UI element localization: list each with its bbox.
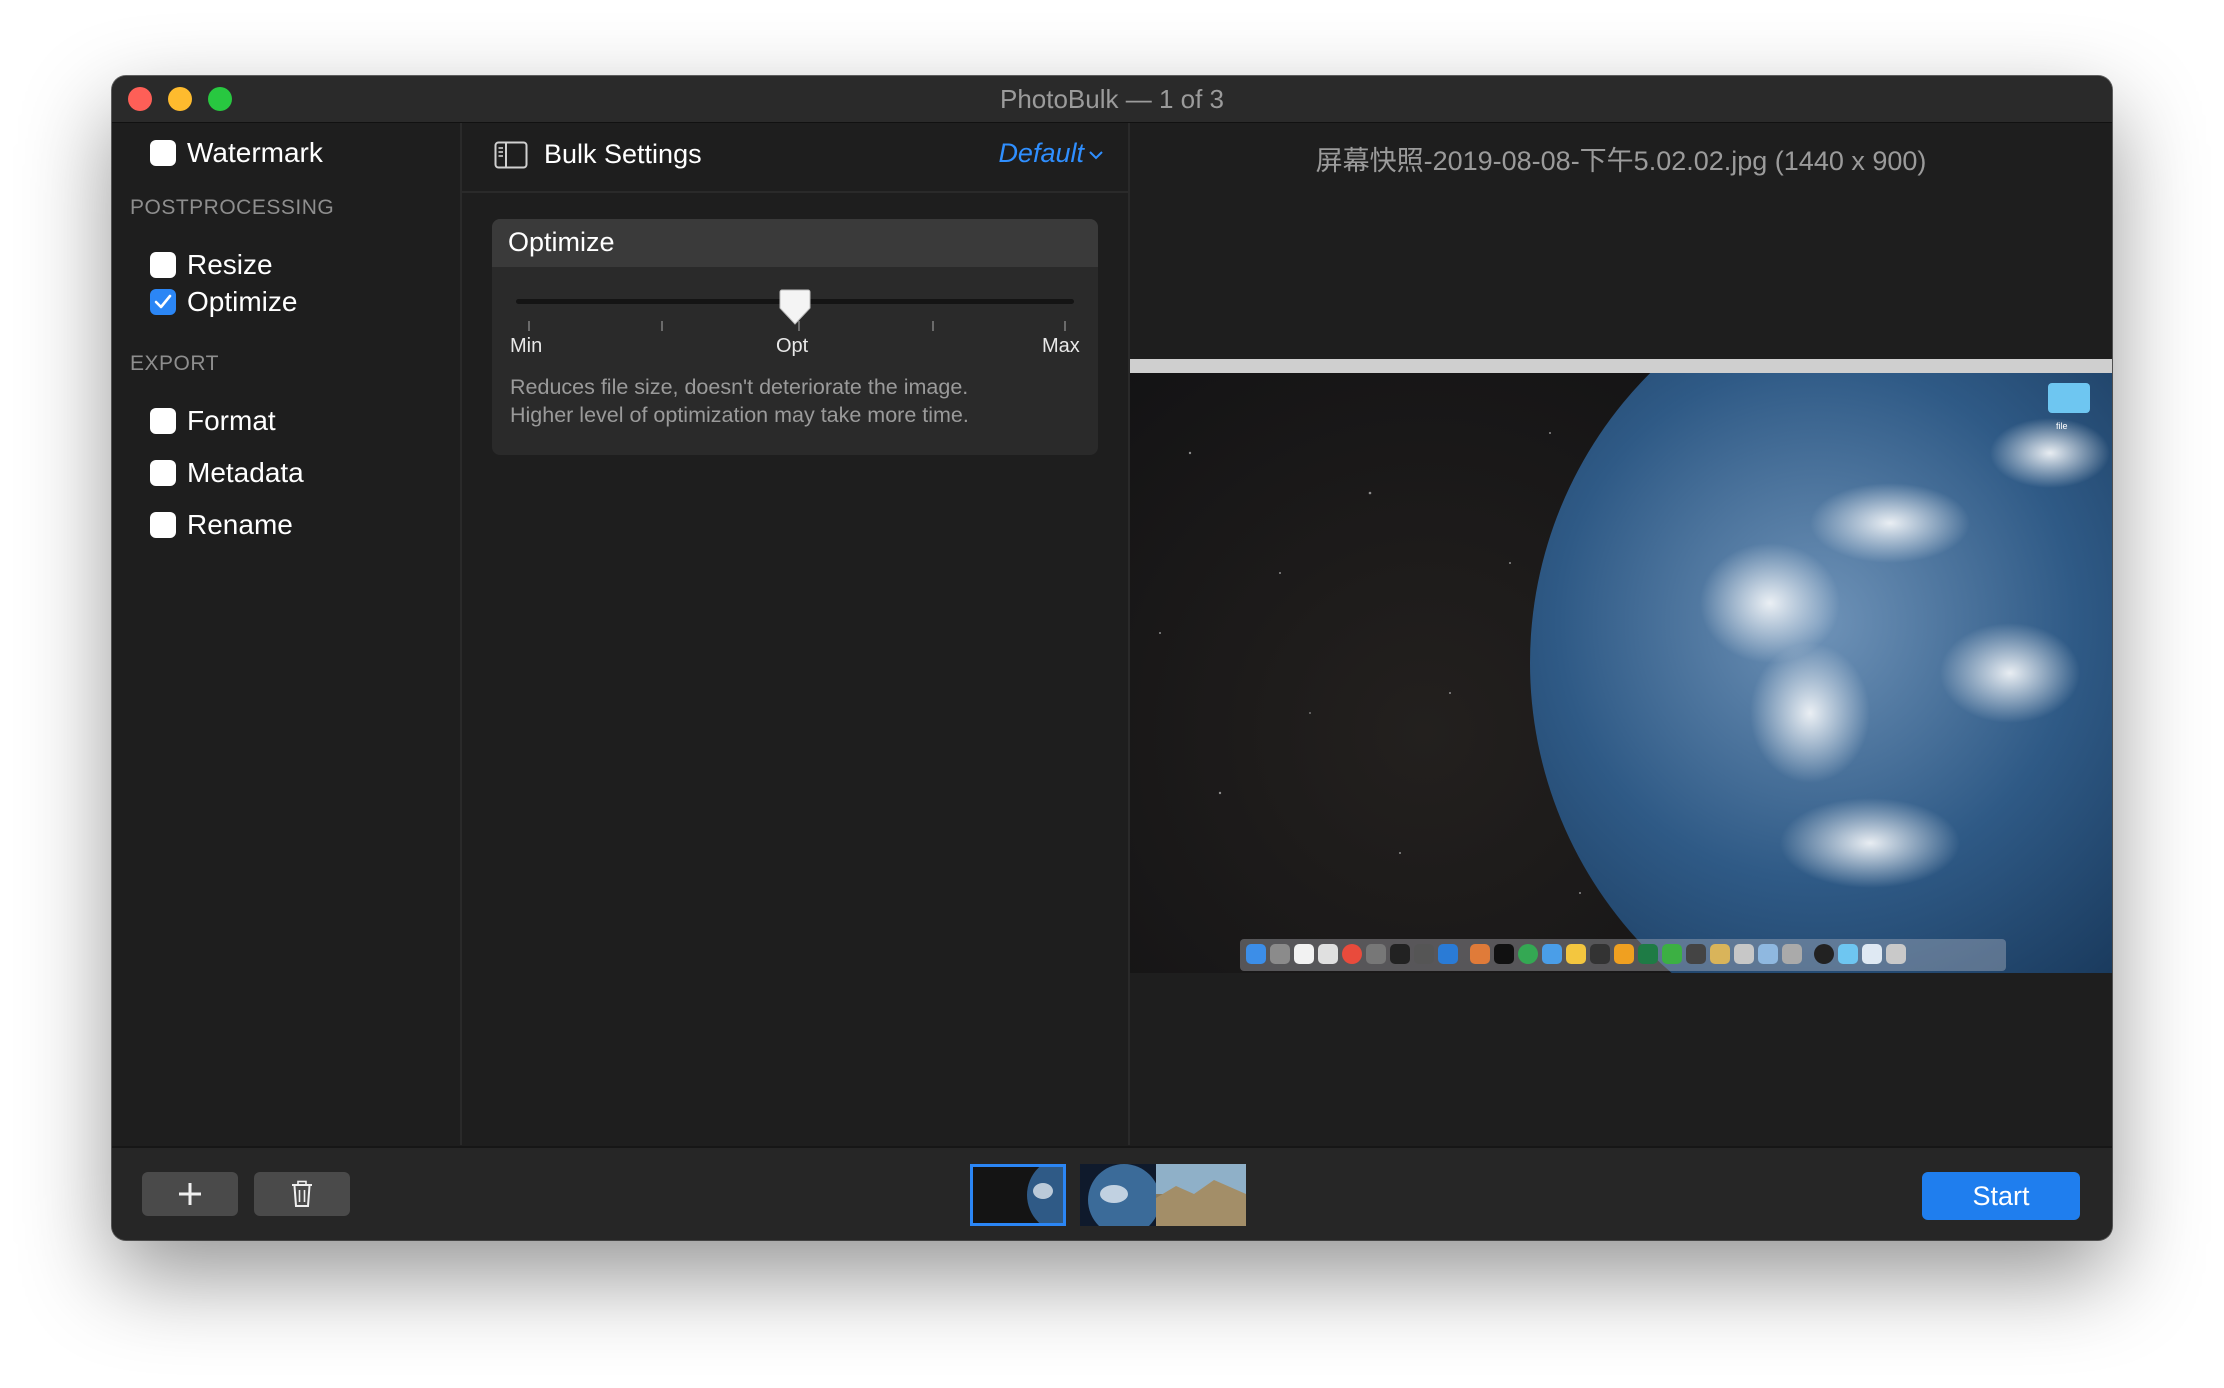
thumbnail-image: [1027, 1167, 1063, 1223]
optimize-slider-thumb[interactable]: [778, 287, 812, 327]
folder-icon: [2048, 383, 2090, 413]
preview-image-space: [1130, 359, 2112, 973]
slider-tick: [1064, 321, 1066, 331]
launchpad-icon: [1270, 944, 1290, 964]
settings-header: Bulk Settings Default: [462, 123, 1128, 193]
app-icon: [1470, 944, 1490, 964]
resize-checkbox[interactable]: [150, 252, 176, 278]
thumbnail-3[interactable]: [1156, 1164, 1246, 1226]
metadata-label: Metadata: [187, 457, 304, 488]
preset-dropdown[interactable]: Default: [998, 138, 1104, 169]
optimize-label: Optimize: [187, 286, 298, 317]
format-option[interactable]: Format: [150, 401, 276, 441]
format-checkbox[interactable]: [150, 408, 176, 434]
preview-filename: 屏幕快照-2019-08-08-下午5.02.02.jpg (1440 x 90…: [1315, 146, 1927, 176]
excel-icon: [1638, 944, 1658, 964]
desktop-folder-label: file: [2056, 421, 2068, 431]
preview-image-dock: [1240, 939, 2006, 971]
optimize-card-title: Optimize: [508, 227, 615, 257]
app-icon: [1542, 944, 1562, 964]
optimize-description-line-2: Higher level of optimization may take mo…: [510, 403, 969, 427]
resize-label: Resize: [187, 249, 273, 280]
thumbnail-image: [1088, 1164, 1156, 1226]
settings-icon: [1366, 944, 1386, 964]
watermark-label: Watermark: [187, 137, 323, 168]
section-export: EXPORT: [130, 352, 219, 375]
app-icon: [1710, 944, 1730, 964]
wechat-icon: [1662, 944, 1682, 964]
optimize-description-line-1: Reduces file size, doesn't deteriorate t…: [510, 375, 969, 399]
optimize-card-header: Optimize: [492, 219, 1098, 267]
optimize-option[interactable]: Optimize: [150, 282, 297, 322]
downloads-icon: [1862, 944, 1882, 964]
slider-tick: [661, 321, 663, 331]
qq-icon: [1494, 944, 1514, 964]
slider-tick: [528, 321, 530, 331]
app-icon: [1782, 944, 1802, 964]
bottom-toolbar: Start: [112, 1146, 2112, 1240]
metadata-checkbox[interactable]: [150, 460, 176, 486]
resize-option[interactable]: Resize: [150, 245, 273, 285]
finder-icon: [1246, 944, 1266, 964]
section-postprocessing: POSTPROCESSING: [130, 196, 335, 219]
preview-panel: 屏幕快照-2019-08-08-下午5.02.02.jpg (1440 x 90…: [1130, 123, 2112, 1145]
metadata-option[interactable]: Metadata: [150, 453, 304, 493]
watermark-checkbox[interactable]: [150, 140, 176, 166]
app-icon: [1590, 944, 1610, 964]
chevron-down-icon: [1089, 151, 1103, 160]
preset-value: Default: [998, 138, 1084, 168]
app-icon: [1414, 944, 1434, 964]
thumbnail-1[interactable]: [970, 1164, 1066, 1226]
rename-option[interactable]: Rename: [150, 505, 293, 545]
window-title: PhotoBulk — 1 of 3: [999, 84, 1225, 114]
preview-image-menubar: [1130, 359, 2112, 373]
optimize-description: Reduces file size, doesn't deteriorate t…: [510, 373, 1090, 429]
add-button[interactable]: [142, 1172, 238, 1216]
checkmark-icon: [154, 294, 172, 309]
plus-icon: [179, 1183, 201, 1205]
thumbnail-2[interactable]: [1080, 1164, 1156, 1226]
settings-panel: Bulk Settings Default Optimize Min Opt M…: [462, 123, 1130, 1145]
app-icon: [1758, 944, 1778, 964]
chrome-icon: [1518, 944, 1538, 964]
rename-label: Rename: [187, 509, 293, 540]
sidebar: Watermark POSTPROCESSING Resize Optimize…: [112, 123, 462, 1145]
trash-icon: [1886, 944, 1906, 964]
notes-icon: [1294, 944, 1314, 964]
slider-tick: [932, 321, 934, 331]
rename-checkbox[interactable]: [150, 512, 176, 538]
folder-icon: [1838, 944, 1858, 964]
chrome-icon: [1342, 944, 1362, 964]
textedit-icon: [1318, 944, 1338, 964]
preview-image: file: [1130, 359, 2112, 973]
slider-max-label: Max: [1042, 335, 1080, 357]
app-icon: [1814, 944, 1834, 964]
thumbnail-image: [1156, 1164, 1246, 1226]
app-icon: [1734, 944, 1754, 964]
start-button[interactable]: Start: [1922, 1172, 2080, 1220]
format-label: Format: [187, 405, 276, 436]
optimize-checkbox[interactable]: [150, 289, 176, 315]
title-bar: PhotoBulk — 1 of 3: [112, 76, 2112, 123]
watermark-option[interactable]: Watermark: [150, 133, 323, 173]
app-icon: [1686, 944, 1706, 964]
slider-opt-label: Opt: [776, 335, 809, 357]
optimize-card: Optimize Min Opt Max Reduces file size, …: [492, 219, 1098, 455]
app-icon: [1566, 944, 1586, 964]
slider-min-label: Min: [510, 335, 543, 357]
earth-image: [1159, 359, 2112, 973]
bulk-settings-title: Bulk Settings: [544, 139, 702, 169]
sublime-icon: [1614, 944, 1634, 964]
sidebar-toggle-icon[interactable]: [494, 141, 528, 169]
trash-icon: [292, 1180, 312, 1207]
delete-button[interactable]: [254, 1172, 350, 1216]
terminal-icon: [1390, 944, 1410, 964]
app-window: PhotoBulk — 1 of 3 Watermark POSTPROCESS…: [112, 76, 2112, 1240]
vscode-icon: [1438, 944, 1458, 964]
